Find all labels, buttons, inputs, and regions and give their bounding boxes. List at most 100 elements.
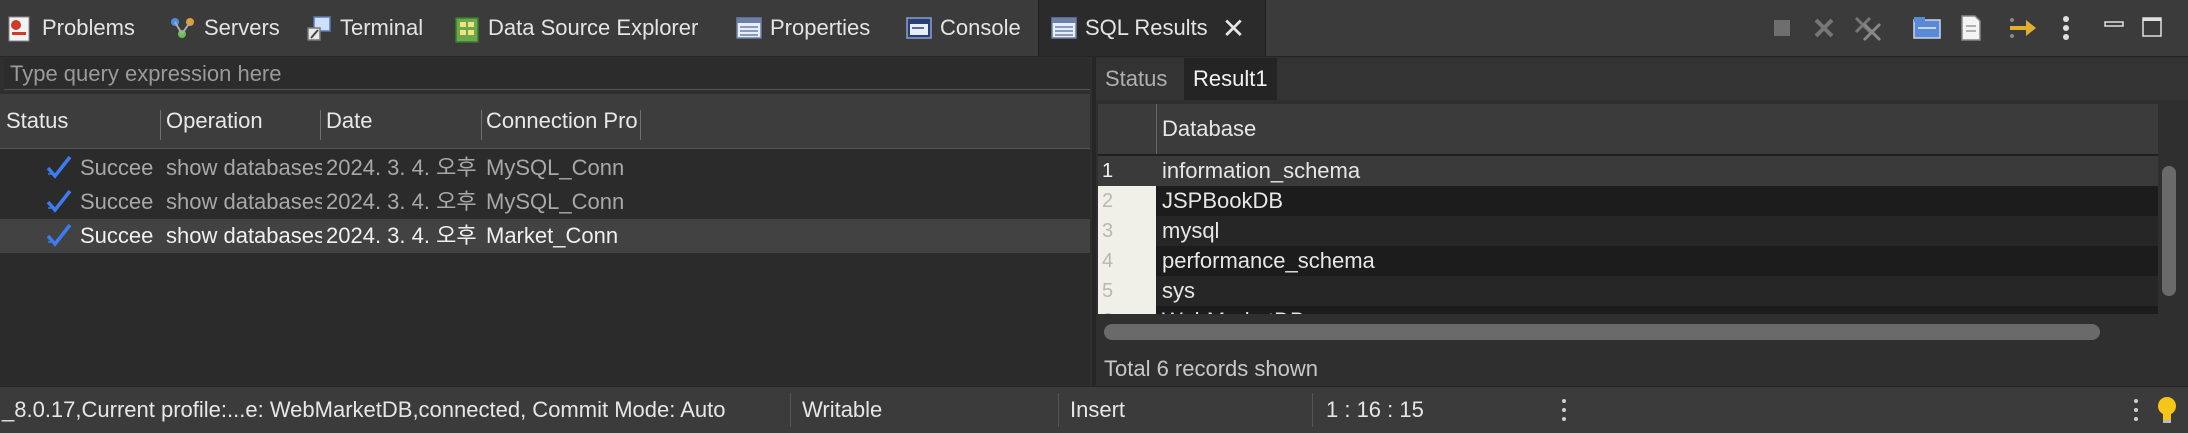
result-table: Database 1 information_schema 2 JSPBookD…	[1098, 104, 2158, 314]
cell-status: Succee	[80, 155, 154, 180]
tab-label: Servers	[204, 15, 280, 40]
view-menu-icon[interactable]	[2060, 14, 2088, 42]
result-row[interactable]: 5 sys	[1098, 276, 2158, 306]
remove-icon[interactable]	[1810, 14, 1838, 42]
minimize-icon[interactable]	[2102, 14, 2130, 42]
history-table-body: Succee show databases 2024. 3. 4. 오후 MyS…	[0, 149, 1090, 385]
close-icon[interactable]: ✕	[1222, 12, 1245, 45]
column-divider[interactable]	[481, 110, 482, 140]
row-number: 6	[1098, 306, 1156, 314]
cell-operation: show databases	[166, 155, 322, 180]
success-check-icon	[46, 222, 72, 248]
insert-mode-status: Insert	[1070, 397, 1126, 422]
pane-sash[interactable]	[1092, 56, 1096, 386]
tab-sql-results[interactable]: SQL Results ✕	[1038, 0, 1266, 56]
result-row[interactable]: 3 mysql	[1098, 216, 2158, 246]
tab-problems[interactable]: Problems	[8, 0, 135, 56]
row-number: 2	[1098, 186, 1156, 216]
status-divider	[1058, 393, 1059, 427]
tab-servers[interactable]: Servers	[170, 0, 280, 56]
tab-properties[interactable]: Properties	[736, 0, 870, 56]
result-row[interactable]: 4 performance_schema	[1098, 246, 2158, 276]
horizontal-scrollbar[interactable]	[1104, 324, 2100, 340]
row-number: 5	[1098, 276, 1156, 306]
writable-status: Writable	[802, 397, 883, 422]
tab-label: Console	[940, 15, 1021, 40]
tab-data-source-explorer[interactable]: Data Source Explorer	[454, 0, 698, 56]
column-divider[interactable]	[320, 110, 321, 140]
result-tabs: Status Result1	[1096, 58, 2188, 100]
cell-date: 2024. 3. 4. 오후	[326, 189, 477, 214]
cell-database: sys	[1162, 278, 1195, 303]
column-header-database[interactable]: Database	[1162, 104, 1256, 154]
status-menu-icon[interactable]	[1562, 399, 1566, 421]
row-number-header	[1098, 104, 1157, 154]
console-icon	[906, 16, 932, 40]
cell-status: Succee	[80, 223, 154, 248]
status-divider	[1312, 393, 1313, 427]
sql-results-icon	[1051, 16, 1077, 40]
maximize-icon[interactable]	[2140, 14, 2168, 42]
data-source-explorer-icon	[454, 16, 479, 43]
tab-label: Properties	[770, 15, 871, 40]
cell-status: Succee	[80, 189, 154, 214]
result-row[interactable]: 2 JSPBookDB	[1098, 186, 2158, 216]
tab-result1[interactable]: Result1	[1184, 58, 1277, 100]
tab-label: Problems	[42, 15, 135, 40]
result-table-header: Database	[1098, 104, 2158, 154]
cell-operation: show databases	[166, 223, 322, 248]
document-icon[interactable]	[1958, 14, 1986, 42]
column-header-status[interactable]: Status	[6, 94, 156, 148]
row-number: 1	[1098, 156, 1156, 186]
row-number: 3	[1098, 216, 1156, 246]
cell-date: 2024. 3. 4. 오후	[326, 155, 477, 180]
column-divider[interactable]	[640, 110, 641, 140]
history-table-header: Status Operation Date Connection Pro	[0, 94, 1090, 149]
tab-status[interactable]: Status	[1096, 58, 1176, 100]
column-header-connection-profile[interactable]: Connection Pro	[486, 94, 638, 148]
table-row-selected[interactable]: Succee show databases 2024. 3. 4. 오후 Mar…	[0, 219, 1090, 253]
status-divider	[790, 393, 791, 427]
problems-icon	[8, 16, 32, 42]
cell-date: 2024. 3. 4. 오후	[326, 223, 477, 248]
stop-icon[interactable]	[1768, 14, 1796, 42]
cell-connection: MySQL_Conn	[486, 189, 625, 214]
result-row[interactable]: 6 WebMarketDB	[1098, 306, 2158, 314]
column-header-operation[interactable]: Operation	[166, 94, 318, 148]
query-filter-input[interactable]: Type query expression here	[4, 58, 1090, 90]
tab-label: Data Source Explorer	[488, 15, 699, 40]
column-header-date[interactable]: Date	[326, 94, 478, 148]
success-check-icon	[46, 154, 72, 180]
table-row[interactable]: Succee show databases 2024. 3. 4. 오후 MyS…	[0, 185, 1090, 219]
lightbulb-icon[interactable]	[2156, 395, 2178, 431]
tab-console[interactable]: Console	[906, 0, 1021, 56]
vertical-scrollbar[interactable]	[2162, 166, 2176, 296]
properties-icon	[736, 16, 762, 40]
cell-database: mysql	[1162, 218, 1220, 243]
cell-database: JSPBookDB	[1162, 188, 1284, 213]
cell-database: information_schema	[1162, 158, 1361, 183]
tab-label: SQL Results	[1085, 15, 1208, 40]
status-bar: _8.0.17,Current profile:...e: WebMarketD…	[0, 386, 2188, 433]
status-menu-icon[interactable]	[2134, 399, 2138, 421]
terminal-icon	[306, 16, 331, 41]
column-divider[interactable]	[160, 110, 161, 140]
records-summary: Total 6 records shown	[1104, 356, 1318, 381]
cursor-position: 1 : 16 : 15	[1326, 397, 1424, 422]
result-row[interactable]: 1 information_schema	[1098, 156, 2158, 186]
table-row[interactable]: Succee show databases 2024. 3. 4. 오후 MyS…	[0, 151, 1090, 185]
cell-connection: MySQL_Conn	[486, 155, 625, 180]
tab-terminal[interactable]: Terminal	[306, 0, 423, 56]
folder-icon[interactable]	[1912, 14, 1941, 42]
view-tab-bar: Problems Servers Terminal Data Source Ex…	[0, 0, 2188, 57]
tab-label: Terminal	[340, 15, 424, 40]
cell-connection: Market_Conn	[486, 223, 619, 248]
success-check-icon	[46, 188, 72, 214]
remove-all-icon[interactable]	[1852, 14, 1882, 42]
cell-database: performance_schema	[1162, 248, 1375, 273]
arrow-right-icon[interactable]	[2006, 14, 2036, 42]
row-number: 4	[1098, 246, 1156, 276]
cell-operation: show databases	[166, 189, 322, 214]
connection-status: _8.0.17,Current profile:...e: WebMarketD…	[2, 397, 726, 422]
servers-icon	[170, 16, 194, 40]
